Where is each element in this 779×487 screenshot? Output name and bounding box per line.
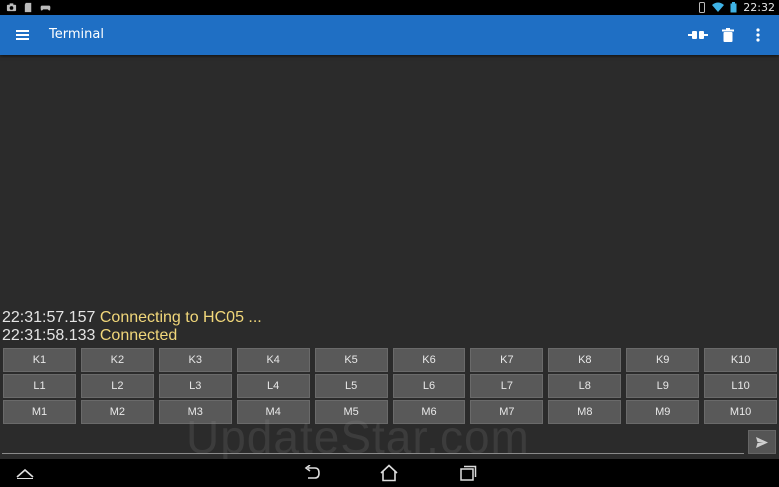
macro-button-m6[interactable]: M6 bbox=[392, 400, 466, 424]
action-bar-actions bbox=[683, 15, 773, 55]
connect-button[interactable] bbox=[683, 20, 713, 50]
macro-button-grid: K1 K2 K3 K4 K5 K6 K7 K8 K9 K10 L1 L2 L3 … bbox=[3, 348, 778, 426]
macro-button-l10[interactable]: L10 bbox=[704, 374, 778, 398]
up-chevron-button[interactable] bbox=[13, 463, 37, 483]
macro-row-k: K1 K2 K3 K4 K5 K6 K7 K8 K9 K10 bbox=[3, 348, 778, 372]
macro-button-m9[interactable]: M9 bbox=[626, 400, 700, 424]
trash-icon bbox=[722, 28, 734, 42]
macro-button-k3[interactable]: K3 bbox=[158, 348, 232, 372]
macro-button-m7[interactable]: M7 bbox=[470, 400, 544, 424]
send-button[interactable] bbox=[748, 430, 776, 454]
macro-button-l9[interactable]: L9 bbox=[626, 374, 700, 398]
macro-button-l1[interactable]: L1 bbox=[3, 374, 76, 398]
home-button[interactable] bbox=[377, 463, 401, 483]
macro-button-m8[interactable]: M8 bbox=[548, 400, 622, 424]
macro-button-m10[interactable]: M10 bbox=[704, 400, 778, 424]
macro-button-m3[interactable]: M3 bbox=[158, 400, 232, 424]
log-line: 22:31:57.157 Connecting to HC05 ... bbox=[2, 309, 262, 327]
recents-button[interactable] bbox=[456, 463, 480, 483]
log-timestamp: 22:31:57.157 bbox=[2, 309, 96, 326]
connect-icon bbox=[688, 31, 708, 39]
terminal-output[interactable]: 22:31:57.157 Connecting to HC05 ... 22:3… bbox=[0, 55, 779, 347]
action-bar: Terminal bbox=[0, 15, 779, 55]
sd-card-icon bbox=[24, 2, 32, 13]
vibrate-icon bbox=[699, 2, 706, 13]
hamburger-menu-button[interactable] bbox=[12, 24, 34, 46]
macro-row-m: M1 M2 M3 M4 M5 M6 M7 M8 M9 M10 bbox=[3, 400, 778, 424]
macro-button-l2[interactable]: L2 bbox=[80, 374, 154, 398]
up-chevron-icon bbox=[16, 468, 34, 479]
macro-button-m4[interactable]: M4 bbox=[236, 400, 310, 424]
send-bar bbox=[0, 428, 779, 458]
home-icon bbox=[380, 464, 398, 482]
battery-icon bbox=[730, 2, 737, 13]
system-nav-bar bbox=[0, 459, 779, 487]
macro-button-k6[interactable]: K6 bbox=[392, 348, 466, 372]
hamburger-icon bbox=[16, 30, 29, 40]
back-button[interactable] bbox=[300, 463, 324, 483]
macro-button-l5[interactable]: L5 bbox=[314, 374, 388, 398]
status-bar: 22:32 bbox=[0, 0, 779, 15]
macro-button-k8[interactable]: K8 bbox=[548, 348, 622, 372]
gamepad-icon bbox=[40, 5, 51, 11]
macro-button-k4[interactable]: K4 bbox=[236, 348, 310, 372]
overflow-menu-button[interactable] bbox=[743, 20, 773, 50]
send-icon bbox=[756, 436, 768, 448]
log-timestamp: 22:31:58.133 bbox=[2, 327, 96, 344]
terminal-log: 22:31:57.157 Connecting to HC05 ... 22:3… bbox=[2, 309, 262, 345]
macro-button-l8[interactable]: L8 bbox=[548, 374, 622, 398]
status-right: 22:32 bbox=[698, 0, 775, 15]
status-time: 22:32 bbox=[743, 1, 775, 14]
macro-button-l7[interactable]: L7 bbox=[470, 374, 544, 398]
macro-button-k7[interactable]: K7 bbox=[470, 348, 544, 372]
camera-icon bbox=[6, 3, 17, 12]
macro-button-l6[interactable]: L6 bbox=[392, 374, 466, 398]
overflow-menu-icon bbox=[756, 28, 760, 42]
recents-icon bbox=[460, 465, 477, 481]
page-title: Terminal bbox=[49, 27, 104, 42]
log-message: Connecting to HC05 ... bbox=[99, 309, 262, 326]
macro-button-k9[interactable]: K9 bbox=[626, 348, 700, 372]
macro-button-k10[interactable]: K10 bbox=[704, 348, 778, 372]
macro-button-l4[interactable]: L4 bbox=[236, 374, 310, 398]
log-message: Connected bbox=[99, 327, 178, 344]
wifi-icon bbox=[712, 2, 725, 12]
back-icon bbox=[304, 465, 320, 479]
macro-button-k2[interactable]: K2 bbox=[80, 348, 154, 372]
macro-button-m5[interactable]: M5 bbox=[314, 400, 388, 424]
status-left-icons bbox=[6, 2, 51, 13]
macro-button-l3[interactable]: L3 bbox=[158, 374, 232, 398]
clear-button[interactable] bbox=[713, 20, 743, 50]
macro-row-l: L1 L2 L3 L4 L5 L6 L7 L8 L9 L10 bbox=[3, 374, 778, 398]
macro-button-k5[interactable]: K5 bbox=[314, 348, 388, 372]
log-line: 22:31:58.133 Connected bbox=[2, 327, 262, 345]
send-text-input[interactable] bbox=[2, 430, 744, 454]
macro-button-k1[interactable]: K1 bbox=[3, 348, 76, 372]
macro-button-m1[interactable]: M1 bbox=[3, 400, 76, 424]
macro-button-m2[interactable]: M2 bbox=[80, 400, 154, 424]
